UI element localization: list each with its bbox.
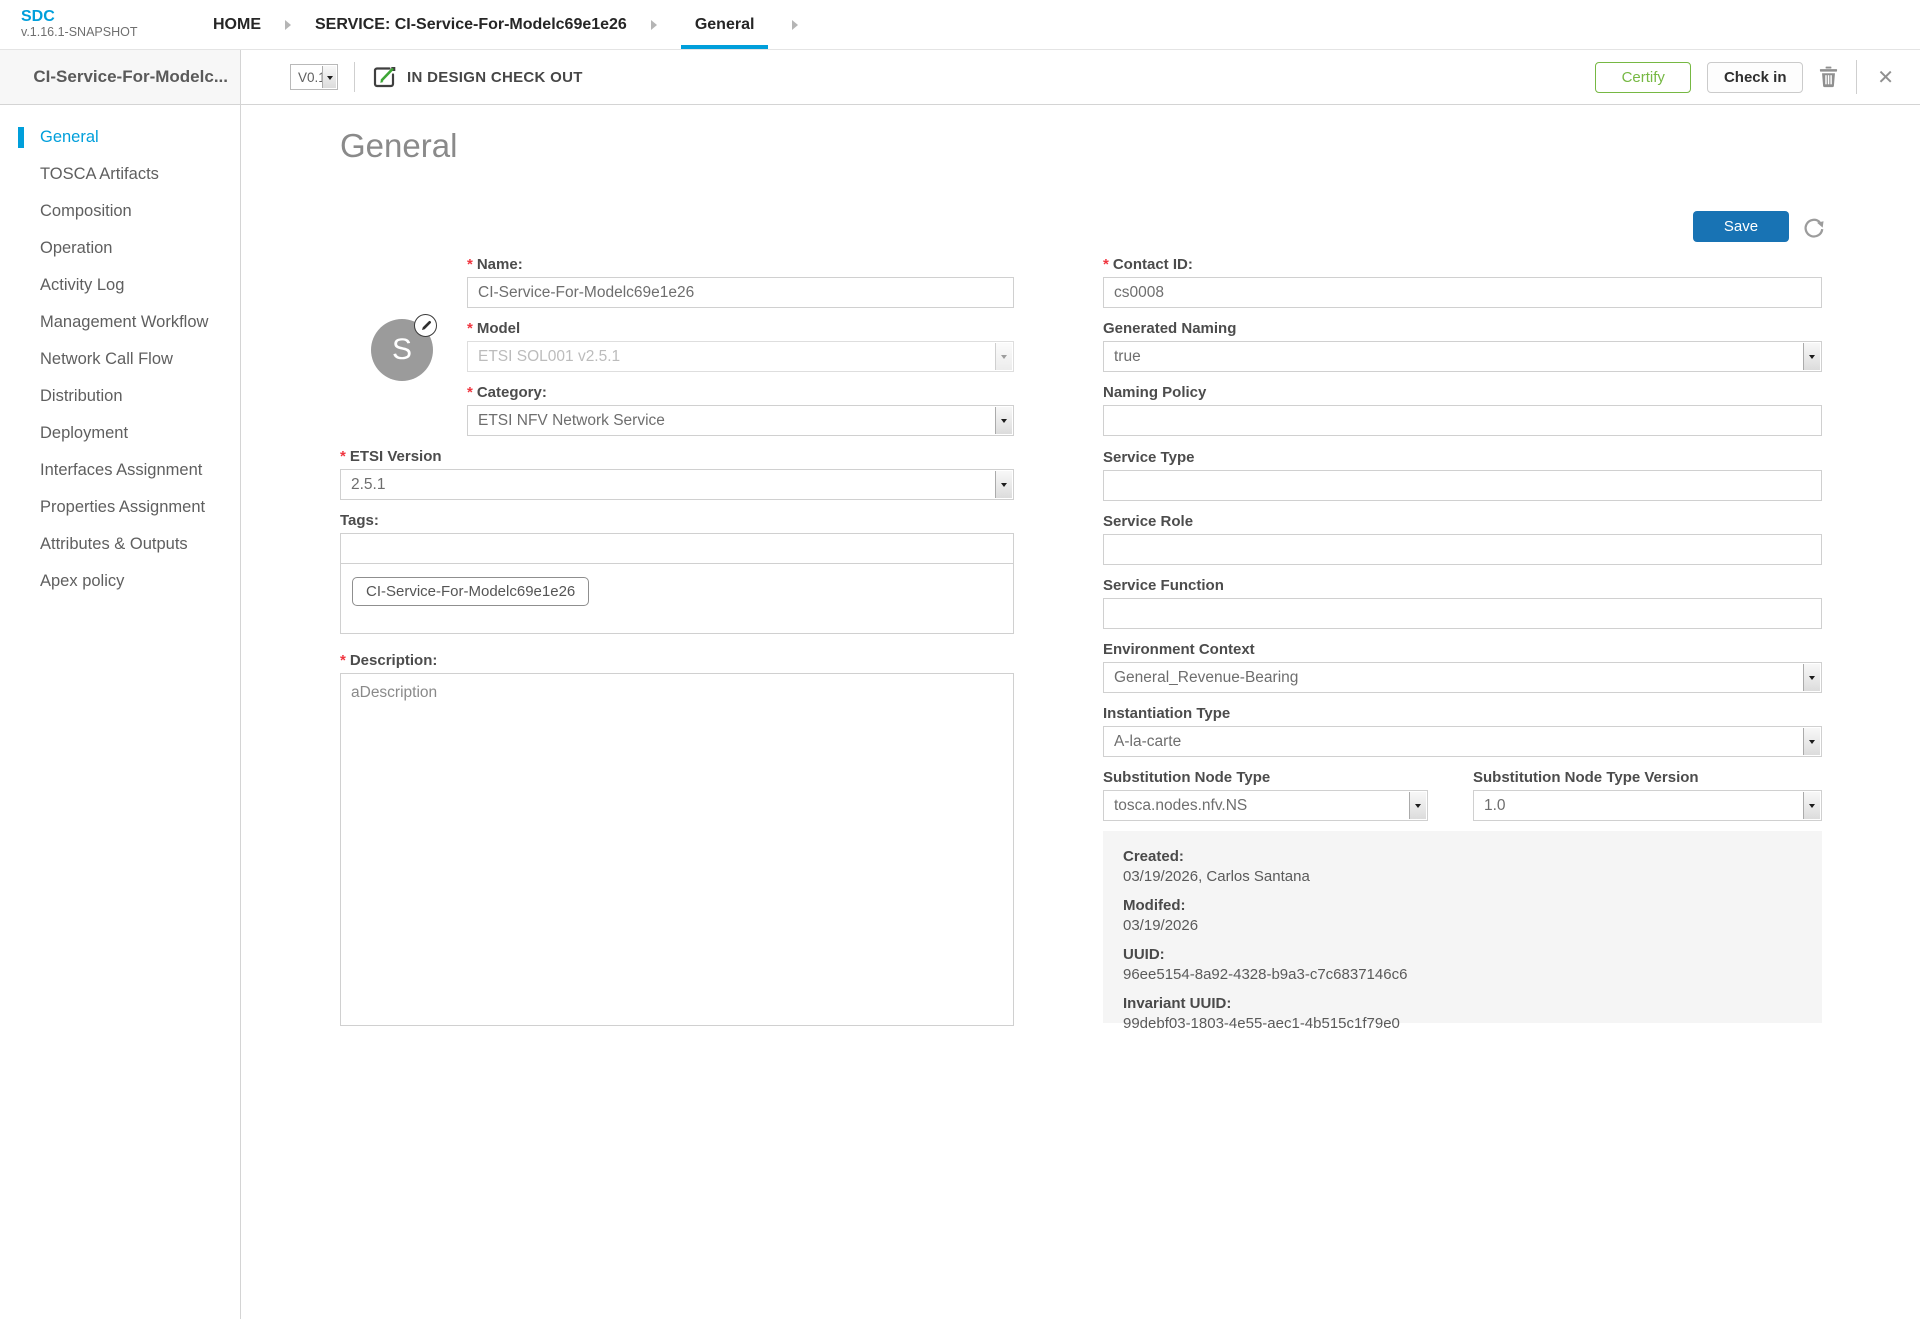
service-avatar[interactable]: S — [371, 319, 433, 381]
chevron-right-icon — [792, 0, 798, 49]
modified-value: 03/19/2026 — [1123, 916, 1802, 936]
breadcrumb-home[interactable]: HOME — [213, 0, 261, 49]
save-button[interactable]: Save — [1693, 211, 1789, 242]
chevron-right-icon — [285, 0, 291, 49]
tags-field: Tags: CI-Service-For-Modelc69e1e26 — [340, 513, 1014, 634]
close-icon[interactable]: ✕ — [1875, 65, 1896, 90]
instantiation-type-select[interactable]: A-la-carte — [1103, 726, 1822, 757]
checkin-button[interactable]: Check in — [1707, 62, 1803, 93]
sdc-logo[interactable]: SDC v.1.16.1-SNAPSHOT — [0, 0, 213, 49]
environment-context-select[interactable]: General_Revenue-Bearing — [1103, 662, 1822, 693]
tags-input[interactable] — [340, 533, 1014, 564]
sidebar-item-attributes-outputs[interactable]: Attributes & Outputs — [0, 526, 240, 563]
uuid-label: UUID: — [1123, 945, 1802, 965]
sidebar-item-operation[interactable]: Operation — [0, 230, 240, 267]
naming-policy-input[interactable] — [1103, 405, 1822, 436]
chevron-down-icon — [1803, 343, 1820, 370]
service-function-input[interactable] — [1103, 598, 1822, 629]
chevron-right-icon — [651, 0, 657, 49]
sidebar-item-interfaces-assignment[interactable]: Interfaces Assignment — [0, 452, 240, 489]
name-field: *Name: — [467, 257, 1014, 308]
model-select: ETSI SOL001 v2.5.1 — [467, 341, 1014, 372]
substitution-node-type-version-field: Substitution Node Type Version 1.0 — [1473, 770, 1822, 821]
general-form: General Save S *Name: — [241, 105, 1920, 1319]
tags-list: CI-Service-For-Modelc69e1e26 — [340, 563, 1014, 634]
workspace-toolbar: CI-Service-For-Modelc... V0.1 IN DESIGN … — [0, 50, 1920, 105]
left-nav: General TOSCA Artifacts Composition Oper… — [0, 105, 241, 1319]
entity-title: CI-Service-For-Modelc... — [33, 67, 228, 87]
breadcrumb-current-general[interactable]: General — [681, 0, 769, 49]
generated-naming-field: Generated Naming true — [1103, 321, 1822, 372]
sidebar-item-network-call-flow[interactable]: Network Call Flow — [0, 341, 240, 378]
contact-id-field: *Contact ID: — [1103, 257, 1822, 308]
invariant-uuid-value: 99debf03-1803-4e55-aec1-4b515c1f79e0 — [1123, 1014, 1802, 1034]
divider — [1856, 60, 1857, 94]
created-label: Created: — [1123, 847, 1802, 867]
substitution-node-type-field: Substitution Node Type tosca.nodes.nfv.N… — [1103, 770, 1428, 821]
pencil-icon — [420, 320, 432, 332]
naming-policy-field: Naming Policy — [1103, 385, 1822, 436]
service-role-field: Service Role — [1103, 514, 1822, 565]
tag-chip[interactable]: CI-Service-For-Modelc69e1e26 — [352, 577, 589, 606]
version-select[interactable]: V0.1 — [290, 64, 338, 90]
name-input[interactable] — [467, 277, 1014, 308]
sidebar-item-general[interactable]: General — [0, 119, 240, 156]
invariant-uuid-label: Invariant UUID: — [1123, 994, 1802, 1014]
generated-naming-select[interactable]: true — [1103, 341, 1822, 372]
sidebar-item-properties-assignment[interactable]: Properties Assignment — [0, 489, 240, 526]
sidebar-item-distribution[interactable]: Distribution — [0, 378, 240, 415]
service-type-field: Service Type — [1103, 450, 1822, 501]
chevron-down-icon — [995, 407, 1012, 434]
chevron-down-icon — [1803, 664, 1820, 691]
metadata-panel: Created: 03/19/2026, Carlos Santana Modi… — [1103, 831, 1822, 1023]
environment-context-field: Environment Context General_Revenue-Bear… — [1103, 642, 1822, 693]
substitution-node-type-version-select[interactable]: 1.0 — [1473, 790, 1822, 821]
top-nav-bar: SDC v.1.16.1-SNAPSHOT HOME SERVICE: CI-S… — [0, 0, 1920, 50]
modified-label: Modifed: — [1123, 896, 1802, 916]
service-role-input[interactable] — [1103, 534, 1822, 565]
sidebar-item-tosca-artifacts[interactable]: TOSCA Artifacts — [0, 156, 240, 193]
chevron-down-icon — [995, 343, 1012, 370]
category-select[interactable]: ETSI NFV Network Service — [467, 405, 1014, 436]
sidebar-item-management-workflow[interactable]: Management Workflow — [0, 304, 240, 341]
service-function-field: Service Function — [1103, 578, 1822, 629]
chevron-down-icon — [1803, 792, 1820, 819]
app-version: v.1.16.1-SNAPSHOT — [21, 25, 213, 40]
sidebar-item-composition[interactable]: Composition — [0, 193, 240, 230]
model-field: *Model ETSI SOL001 v2.5.1 — [467, 321, 1014, 372]
chevron-down-icon — [322, 66, 336, 88]
chevron-down-icon — [995, 471, 1012, 498]
lifecycle-status-label: IN DESIGN CHECK OUT — [407, 69, 583, 86]
page-title: General — [340, 127, 457, 165]
refresh-icon[interactable] — [1801, 215, 1827, 246]
etsi-version-field: *ETSI Version 2.5.1 — [340, 449, 1014, 500]
sidebar-item-apex-policy[interactable]: Apex policy — [0, 563, 240, 600]
entity-title-cell: CI-Service-For-Modelc... — [0, 50, 241, 104]
certify-button[interactable]: Certify — [1595, 62, 1691, 93]
category-field: *Category: ETSI NFV Network Service — [467, 385, 1014, 436]
created-value: 03/19/2026, Carlos Santana — [1123, 867, 1802, 887]
instantiation-type-field: Instantiation Type A-la-carte — [1103, 706, 1822, 757]
checkout-icon — [371, 64, 397, 90]
chevron-down-icon — [1409, 792, 1426, 819]
substitution-node-type-select[interactable]: tosca.nodes.nfv.NS — [1103, 790, 1428, 821]
contact-id-input[interactable] — [1103, 277, 1822, 308]
avatar-letter: S — [392, 333, 412, 367]
sidebar-item-activity-log[interactable]: Activity Log — [0, 267, 240, 304]
description-textarea[interactable]: aDescription — [340, 673, 1014, 1026]
service-type-input[interactable] — [1103, 470, 1822, 501]
breadcrumb-service[interactable]: SERVICE: CI-Service-For-Modelc69e1e26 — [315, 0, 627, 49]
sidebar-item-deployment[interactable]: Deployment — [0, 415, 240, 452]
divider — [354, 62, 355, 92]
trash-icon[interactable] — [1819, 66, 1838, 88]
edit-avatar-badge[interactable] — [414, 314, 437, 337]
description-field: *Description: aDescription — [340, 653, 1014, 1031]
etsi-version-select[interactable]: 2.5.1 — [340, 469, 1014, 500]
chevron-down-icon — [1803, 728, 1820, 755]
app-name: SDC — [21, 8, 213, 25]
uuid-value: 96ee5154-8a92-4328-b9a3-c7c6837146c6 — [1123, 965, 1802, 985]
sdc-app: SDC v.1.16.1-SNAPSHOT HOME SERVICE: CI-S… — [0, 0, 1920, 1319]
breadcrumb: HOME SERVICE: CI-Service-For-Modelc69e1e… — [213, 0, 822, 49]
